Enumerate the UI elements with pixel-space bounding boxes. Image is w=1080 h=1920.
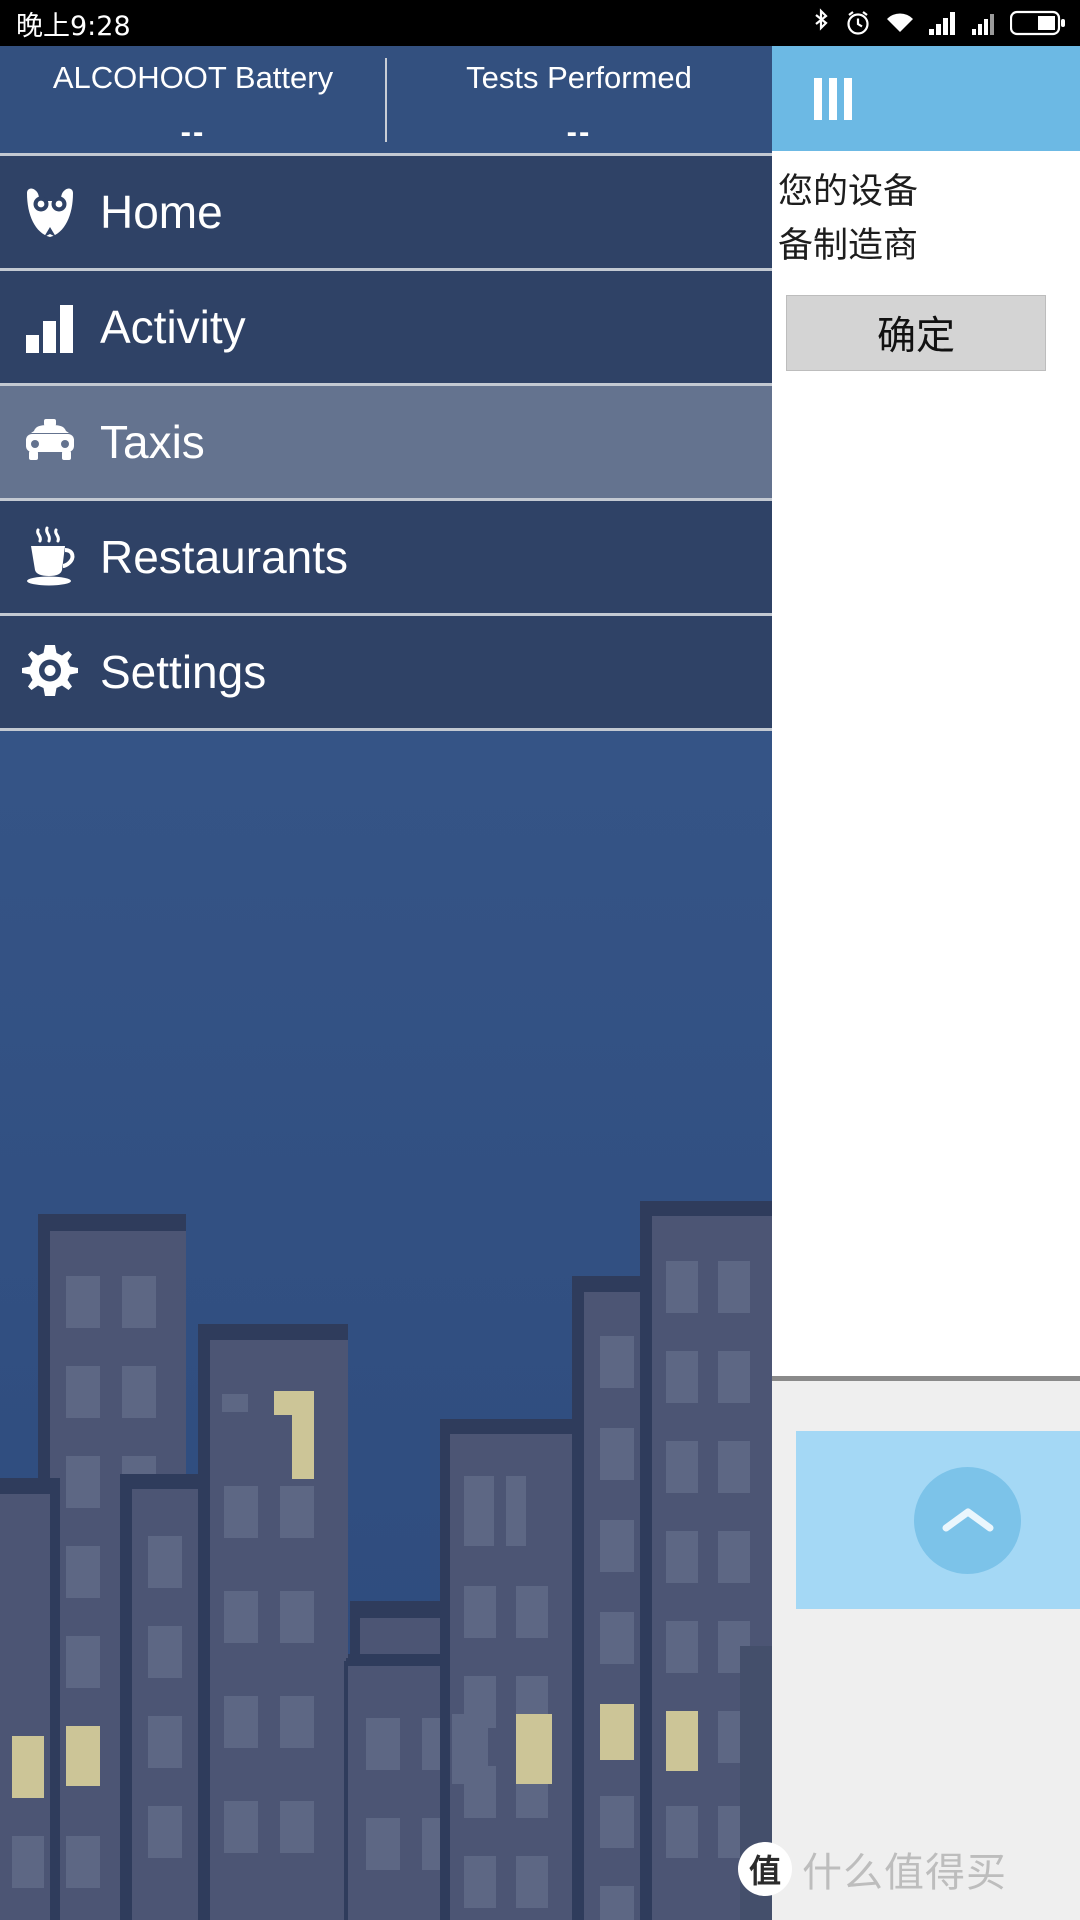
dialog-titlebar — [772, 46, 1080, 151]
menu-bars-icon — [814, 77, 852, 120]
taxi-icon — [0, 417, 100, 467]
blue-card — [796, 1431, 1080, 1609]
dialog-message-line2: 备制造商 — [778, 226, 919, 266]
status-bar: 晚上9:28 — [0, 0, 1080, 46]
stats-divider — [385, 58, 387, 142]
signal-icon-1 — [928, 10, 958, 36]
wifi-icon — [885, 11, 915, 35]
stat-tests-performed: Tests Performed -- — [386, 46, 772, 153]
gear-icon — [0, 643, 100, 701]
bluetooth-icon — [811, 8, 831, 38]
owl-icon — [0, 181, 100, 243]
bar-chart-icon — [0, 299, 100, 355]
signal-icon-2 — [971, 10, 997, 36]
sidebar-item-settings[interactable]: Settings — [0, 616, 772, 731]
system-dialog-panel: 您的设备 备制造商 确定 — [772, 46, 1080, 1376]
stat-value: -- — [566, 114, 592, 149]
battery-icon — [1010, 9, 1066, 37]
app-container: ALCOHOOT Battery -- Tests Performed -- H… — [0, 46, 772, 1920]
bottom-right-panel — [772, 1376, 1080, 1920]
watermark: 值 什么值得买 — [738, 1840, 1007, 1898]
sidebar-item-label: Restaurants — [100, 531, 349, 583]
stats-header: ALCOHOOT Battery -- Tests Performed -- — [0, 46, 772, 156]
status-icon-group — [811, 8, 1066, 38]
stat-alcohoot-battery: ALCOHOOT Battery -- — [0, 46, 386, 153]
sidebar-item-restaurants[interactable]: Restaurants — [0, 501, 772, 616]
sidebar-item-taxis[interactable]: Taxis — [0, 386, 772, 501]
watermark-badge: 值 — [738, 1842, 792, 1896]
sidebar-item-activity[interactable]: Activity — [0, 271, 772, 386]
stat-value: -- — [180, 114, 206, 149]
dialog-message-line1: 您的设备 — [778, 172, 919, 212]
watermark-text: 什么值得买 — [802, 1850, 1007, 1896]
stat-label: Tests Performed — [466, 60, 692, 95]
screen: 晚上9:28 ALCOHOOT Battery -- Tests Perform… — [0, 0, 1080, 1920]
sidebar-item-home[interactable]: Home — [0, 156, 772, 271]
sidebar-item-label: Activity — [100, 301, 246, 353]
sidebar-item-label: Taxis — [100, 416, 205, 468]
dialog-confirm-button[interactable]: 确定 — [786, 295, 1046, 371]
nav-drawer: Home Activity Taxis Restaurants Settings — [0, 156, 772, 731]
scroll-to-top-button[interactable] — [914, 1467, 1021, 1574]
alarm-icon — [844, 9, 872, 37]
sidebar-item-label: Settings — [100, 646, 267, 698]
chevron-up-icon — [941, 1504, 995, 1538]
sidebar-item-label: Home — [100, 186, 223, 238]
status-time: 晚上9:28 — [16, 10, 131, 42]
stat-label: ALCOHOOT Battery — [52, 60, 334, 95]
coffee-cup-icon — [0, 526, 100, 588]
dialog-body: 您的设备 备制造商 确定 — [772, 151, 1080, 371]
